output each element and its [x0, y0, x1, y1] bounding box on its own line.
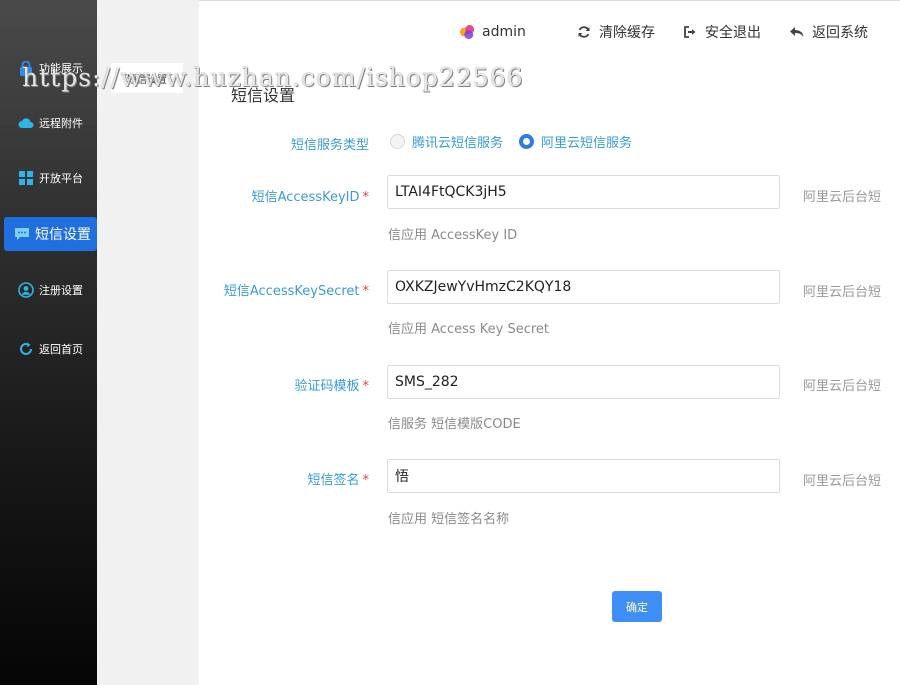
template-hint: 信服务 短信模版CODE — [388, 417, 521, 432]
access-key-id-input[interactable] — [387, 175, 780, 209]
required-mark: * — [362, 284, 370, 299]
radio-aliyun-label: 阿里云短信服务 — [541, 136, 633, 151]
clear-cache-button[interactable]: 清除缓存 — [576, 21, 655, 43]
cloud-icon — [18, 115, 34, 131]
signature-aside: 阿里云后台短 — [803, 474, 882, 489]
radio-unchecked-icon — [390, 134, 405, 149]
sidebar-item-label: 短信设置 — [35, 227, 91, 243]
sidebar-item-remote-attachment[interactable]: 远程附件 — [4, 106, 97, 140]
user-menu[interactable]: admin — [459, 21, 526, 43]
service-type-label-text: 短信服务类型 — [290, 138, 369, 153]
required-mark: * — [362, 190, 370, 205]
message-icon — [14, 226, 30, 242]
access-key-id-label: 短信AccessKeyID * — [209, 186, 369, 205]
app-logo-icon — [459, 24, 475, 40]
radio-tencent-label: 腾讯云短信服务 — [412, 136, 504, 151]
tab-sms-settings[interactable]: 短信设置 — [111, 63, 183, 93]
signature-label: 短信签名 * — [209, 469, 369, 488]
confirm-button[interactable]: 确定 — [612, 591, 662, 622]
access-key-secret-hint: 信应用 Access Key Secret — [388, 322, 550, 337]
sidebar-item-register-settings[interactable]: 注册设置 — [4, 273, 97, 307]
sidebar: 功能展示 远程附件 开放平台 短信设置 注册设置 返回首页 — [0, 0, 97, 685]
radio-aliyun-sms[interactable]: 阿里云短信服务 — [519, 132, 632, 151]
signature-input[interactable] — [387, 459, 780, 493]
sidebar-item-feature-showcase[interactable]: 功能展示 — [4, 51, 97, 85]
service-type-label: 短信服务类型 — [209, 134, 369, 153]
back-to-system-label: 返回系统 — [812, 25, 868, 41]
sidebar-item-label: 开放平台 — [39, 172, 83, 185]
sidebar-item-label: 返回首页 — [39, 343, 83, 356]
radio-checked-icon — [519, 134, 535, 149]
sidebar-item-label: 远程附件 — [39, 117, 83, 130]
template-label: 验证码模板 * — [209, 375, 369, 394]
access-key-id-aside: 阿里云后台短 — [803, 190, 882, 205]
sidebar-item-sms-settings[interactable]: 短信设置 — [4, 217, 97, 251]
reply-icon — [789, 24, 805, 40]
logout-icon — [682, 24, 698, 40]
sidebar-item-label: 注册设置 — [39, 284, 83, 297]
username: admin — [482, 24, 526, 40]
top-bar: admin 清除缓存 安全退出 返回系统 — [199, 0, 900, 62]
sub-navigation: 短信设置 — [97, 0, 199, 685]
required-mark: * — [362, 379, 370, 394]
radio-tencent-sms[interactable]: 腾讯云短信服务 — [390, 132, 503, 151]
required-mark: * — [362, 473, 370, 488]
access-key-secret-label: 短信AccessKeySecret * — [209, 280, 369, 299]
sidebar-item-home[interactable]: 返回首页 — [4, 332, 97, 366]
access-key-secret-label-text: 短信AccessKeySecret — [223, 284, 360, 299]
logout-label: 安全退出 — [705, 25, 761, 41]
user-circle-icon — [18, 282, 34, 298]
access-key-secret-input[interactable] — [387, 270, 780, 304]
back-to-system-button[interactable]: 返回系统 — [789, 21, 868, 43]
lock-icon — [18, 60, 34, 76]
sidebar-item-open-platform[interactable]: 开放平台 — [4, 161, 97, 195]
page-title: 短信设置 — [231, 86, 296, 105]
sync-icon — [576, 24, 592, 40]
access-key-id-label-text: 短信AccessKeyID — [251, 190, 360, 205]
sidebar-item-label: 功能展示 — [39, 62, 83, 75]
clear-cache-label: 清除缓存 — [599, 25, 655, 41]
template-input[interactable] — [387, 365, 780, 399]
template-label-text: 验证码模板 — [294, 379, 360, 394]
logout-button[interactable]: 安全退出 — [682, 21, 761, 43]
access-key-secret-aside: 阿里云后台短 — [803, 285, 882, 300]
template-aside: 阿里云后台短 — [803, 379, 882, 394]
refresh-icon — [18, 341, 34, 357]
service-type-radio-group: 腾讯云短信服务 阿里云短信服务 — [390, 132, 648, 151]
access-key-id-hint: 信应用 AccessKey ID — [388, 228, 518, 243]
signature-hint: 信应用 短信签名名称 — [388, 512, 510, 527]
signature-label-text: 短信签名 — [307, 473, 360, 488]
grid-icon — [18, 170, 34, 186]
